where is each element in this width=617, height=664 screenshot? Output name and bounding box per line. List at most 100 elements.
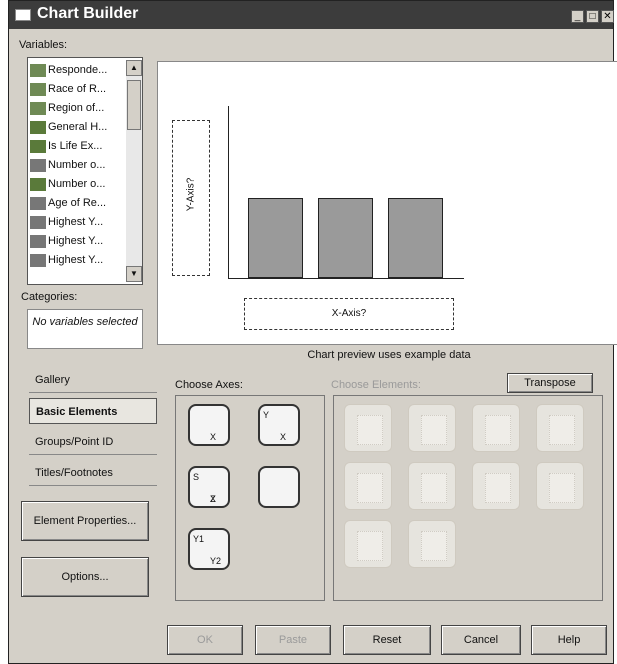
variable-label: Region of... [48, 102, 105, 114]
axis-letter: X [280, 432, 287, 442]
scale-icon [30, 196, 46, 210]
elements-panel [333, 395, 603, 601]
help-button[interactable]: Help [531, 625, 607, 655]
variable-label: Is Life Ex... [48, 140, 103, 152]
chart-builder-window: Chart Builder _ □ ✕ Variables: Highest Y… [8, 0, 617, 664]
chart-element-thumbnail[interactable] [408, 462, 456, 510]
scale-icon [30, 234, 46, 248]
variables-list[interactable]: Highest Y... Highest Y... Highest Y... Age … [27, 57, 143, 285]
variable-label: Number o... [48, 159, 106, 171]
variable-label: Highest Y... [48, 235, 104, 247]
axis-letter: X [210, 432, 217, 442]
reset-label: Reset [372, 634, 402, 646]
chart-element-thumbnail[interactable] [472, 462, 520, 510]
variable-item[interactable]: Is Life Ex... [30, 138, 102, 155]
title-bar[interactable]: Chart Builder _ □ ✕ [9, 1, 614, 29]
variable-item[interactable]: Responde... [30, 62, 107, 79]
reset-button[interactable]: Reset [343, 625, 431, 655]
transpose-label: Transpose [524, 377, 576, 389]
chart-element-thumbnail[interactable] [472, 404, 520, 452]
variable-item[interactable]: General H... [30, 119, 107, 136]
axis-letter: S [193, 472, 200, 482]
maximize-button[interactable]: □ [586, 10, 599, 23]
options-button[interactable]: Options... [21, 557, 149, 597]
axis-letter: Y2 [210, 556, 222, 566]
chart-element-thumbnail[interactable] [408, 404, 456, 452]
x-axis-line [228, 278, 464, 279]
paste-button[interactable]: Paste [255, 625, 331, 655]
variable-item[interactable]: Region of... [30, 100, 104, 117]
variable-item[interactable]: Number o... [30, 157, 105, 174]
variable-item[interactable]: Highest Y... [30, 214, 103, 231]
cancel-button[interactable]: Cancel [441, 625, 521, 655]
variable-label: Responde... [48, 64, 108, 76]
choose-elements-label: Choose Elements: [331, 379, 421, 391]
chart-element-thumbnail[interactable] [344, 462, 392, 510]
variable-label: Race of R... [48, 83, 107, 95]
choose-axes-label: Choose Axes: [175, 379, 243, 391]
chart-preview-canvas[interactable]: Y-Axis? X-Axis? [157, 61, 617, 345]
options-label: Options... [61, 571, 109, 583]
ok-label: OK [197, 634, 213, 646]
2d-xy-axis-button[interactable]: YX [258, 404, 300, 446]
scale-icon [30, 253, 46, 267]
tab-titles-footnotes[interactable]: Titles/Footnotes [29, 460, 157, 486]
variable-label: Number o... [48, 178, 106, 190]
close-button[interactable]: ✕ [601, 10, 614, 23]
3d-axis-button[interactable]: SXZ [188, 466, 230, 508]
scale-icon [30, 215, 46, 229]
variables-label: Variables: [19, 39, 68, 51]
variable-item[interactable]: Highest Y... [30, 233, 103, 250]
example-bar [248, 198, 303, 278]
chart-element-thumbnail[interactable] [536, 404, 584, 452]
ordinal-icon [30, 177, 46, 191]
example-bars [228, 108, 464, 278]
scroll-up-button[interactable]: ▲ [126, 60, 142, 76]
tab-gallery[interactable]: Gallery [29, 367, 157, 393]
help-label: Help [557, 634, 581, 646]
variable-label: Highest Y... [48, 254, 104, 266]
x-axis-drop-zone[interactable]: X-Axis? [244, 298, 454, 330]
y-axis-label: Y-Axis? [185, 177, 197, 212]
polar-axis-button[interactable] [258, 466, 300, 508]
preview-note: Chart preview uses example data [307, 349, 471, 361]
axis-letter: Y1 [193, 534, 205, 544]
categories-empty-text: No variables selected [32, 316, 138, 328]
chart-element-thumbnail[interactable] [344, 404, 392, 452]
variable-item[interactable]: Age of Re... [30, 195, 106, 212]
categories-label: Categories: [21, 291, 78, 303]
nominal-icon [30, 101, 46, 115]
minimize-button[interactable]: _ [571, 10, 584, 23]
variable-item[interactable]: Highest Y... [30, 252, 103, 269]
axis-letter: Z [210, 494, 216, 504]
chart-element-thumbnail[interactable] [408, 520, 456, 568]
paste-label: Paste [278, 634, 308, 646]
element-properties-button[interactable]: Element Properties... [21, 501, 149, 541]
tab-groups-point-id[interactable]: Groups/Point ID [29, 429, 157, 455]
element-properties-label: Element Properties... [33, 515, 137, 527]
cancel-label: Cancel [463, 634, 499, 646]
axes-panel: X Y X S X Z Y1 Y2 [175, 395, 325, 601]
scroll-down-button[interactable]: ▼ [126, 266, 142, 282]
window-icon [15, 9, 31, 21]
chart-element-thumbnail[interactable] [536, 462, 584, 510]
window-title: Chart Builder [37, 5, 139, 22]
y-axis-drop-zone[interactable]: Y-Axis? [172, 120, 210, 276]
example-bar [318, 198, 373, 278]
scale-icon [30, 158, 46, 172]
transpose-button[interactable]: Transpose [507, 373, 593, 393]
ordinal-icon [30, 120, 46, 134]
variable-item[interactable]: Race of R... [30, 81, 106, 98]
dual-y-axis-button[interactable]: Y1 Y2 [188, 528, 230, 570]
variable-item[interactable]: Number o... [30, 176, 105, 193]
variables-scrollbar[interactable]: ▲ ▼ [126, 60, 142, 282]
ok-button[interactable]: OK [167, 625, 243, 655]
1d-x-axis-button[interactable]: X [188, 404, 230, 446]
ordinal-icon [30, 139, 46, 153]
scroll-thumb[interactable] [127, 80, 141, 130]
categories-box: No variables selected [27, 309, 143, 349]
chart-element-thumbnail[interactable] [344, 520, 392, 568]
nominal-icon [30, 63, 46, 77]
tab-basic-elements[interactable]: Basic Elements [29, 398, 157, 424]
x-axis-label: X-Axis? [331, 308, 367, 319]
